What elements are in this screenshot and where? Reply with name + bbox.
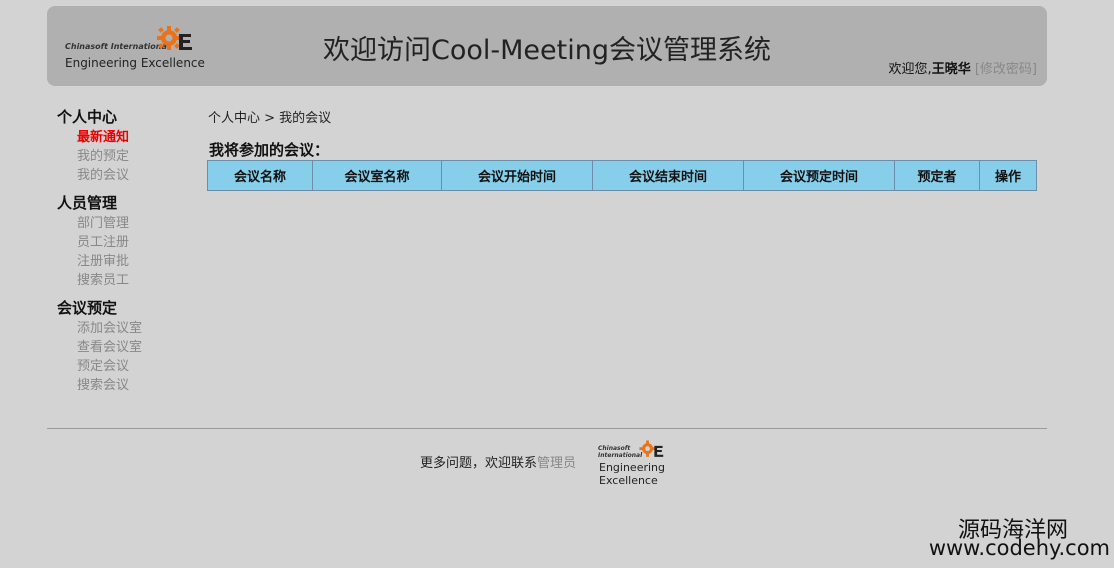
meetings-table: 会议名称 会议室名称 会议开始时间 会议结束时间 会议预定时间 预定者 操作 xyxy=(207,160,1037,191)
sidebar-group-title: 会议预定 xyxy=(57,299,118,317)
sidebar-group-personal: 个人中心 最新通知 我的预定 我的会议 xyxy=(57,107,197,185)
sidebar-group-staff: 人员管理 部门管理 员工注册 注册审批 搜索员工 xyxy=(57,193,197,290)
admin-contact-link[interactable]: 管理员 xyxy=(537,456,576,471)
column-header-meeting-name: 会议名称 xyxy=(207,160,313,191)
footer-logo: Chinasoft International Engineering Excel… xyxy=(598,437,670,489)
change-password-link[interactable]: [修改密码] xyxy=(975,62,1037,77)
sidebar-group-booking: 会议预定 添加会议室 查看会议室 预定会议 搜索会议 xyxy=(57,298,197,395)
column-header-booking-time: 会议预定时间 xyxy=(743,160,895,191)
table-header-row: 会议名称 会议室名称 会议开始时间 会议结束时间 会议预定时间 预定者 操作 xyxy=(207,160,1037,191)
sidebar: 个人中心 最新通知 我的预定 我的会议 人员管理 部门管理 员工注册 注册审批 … xyxy=(57,107,197,403)
footer-logo-line2: Excellence xyxy=(599,474,658,487)
welcome-bar: 欢迎您,王晓华 [修改密码] xyxy=(889,58,1037,77)
sidebar-item-latest-notice[interactable]: 最新通知 xyxy=(57,128,197,147)
gear-icon xyxy=(639,440,664,457)
sidebar-group-title: 个人中心 xyxy=(57,108,118,126)
column-header-start-time: 会议开始时间 xyxy=(441,160,593,191)
column-header-room-name: 会议室名称 xyxy=(312,160,442,191)
footer-divider xyxy=(47,428,1047,429)
column-header-booker: 预定者 xyxy=(894,160,980,191)
column-header-end-time: 会议结束时间 xyxy=(592,160,744,191)
sidebar-group-title: 人员管理 xyxy=(57,194,118,212)
column-header-actions: 操作 xyxy=(979,160,1037,191)
footer-logo-big-text: Engineering Excellence xyxy=(599,461,665,487)
sidebar-item-my-reservations[interactable]: 我的预定 xyxy=(57,147,197,166)
sidebar-item-search-meetings[interactable]: 搜索会议 xyxy=(57,376,197,395)
welcome-prefix: 欢迎您, xyxy=(888,62,932,77)
sidebar-item-departments[interactable]: 部门管理 xyxy=(57,214,197,233)
sidebar-item-book-meeting[interactable]: 预定会议 xyxy=(57,357,197,376)
sidebar-item-add-room[interactable]: 添加会议室 xyxy=(57,319,197,338)
header-banner: Chinasoft International Engineering Exce… xyxy=(47,6,1047,86)
footer-logo-small-text: Chinasoft International xyxy=(598,445,643,459)
sidebar-item-view-rooms[interactable]: 查看会议室 xyxy=(57,338,197,357)
sidebar-item-approval[interactable]: 注册审批 xyxy=(57,252,197,271)
username: 王晓华 xyxy=(931,62,971,77)
breadcrumb: 个人中心 > 我的会议 xyxy=(208,111,332,126)
sidebar-item-register-staff[interactable]: 员工注册 xyxy=(57,233,197,252)
footer-text: 更多问题，欢迎联系 xyxy=(420,456,538,471)
sidebar-item-search-staff[interactable]: 搜索员工 xyxy=(57,271,197,290)
section-title: 我将参加的会议： xyxy=(209,141,330,159)
footer-contact: 更多问题，欢迎联系管理员 xyxy=(420,452,576,471)
watermark-url: www.codehy.com xyxy=(928,536,1110,560)
sidebar-item-my-meetings[interactable]: 我的会议 xyxy=(57,166,197,185)
